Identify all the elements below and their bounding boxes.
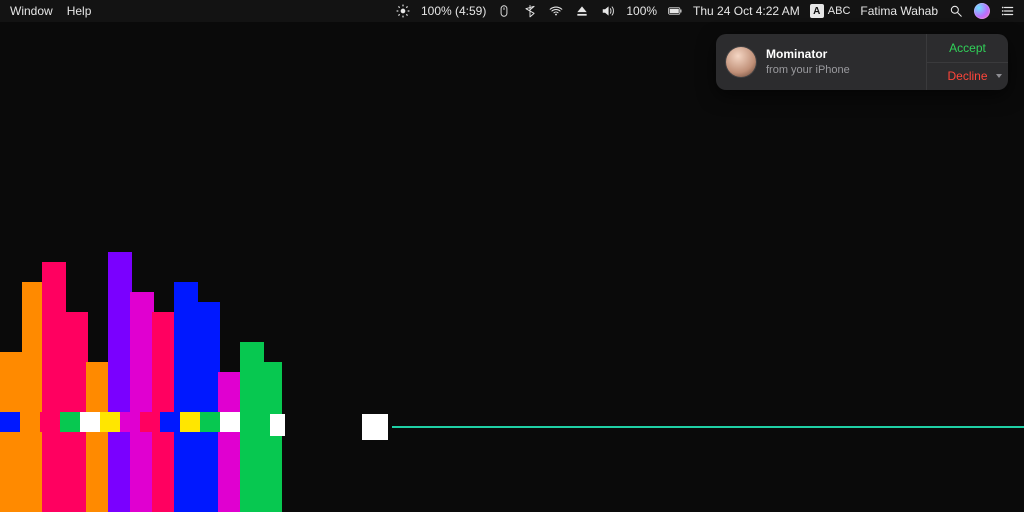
mouse-icon[interactable] <box>496 3 512 19</box>
notification-center-icon[interactable] <box>1000 3 1016 19</box>
menu-help[interactable]: Help <box>67 4 92 18</box>
input-source-letter: A <box>810 4 824 18</box>
brightness-icon[interactable] <box>395 3 411 19</box>
menubar-user-name[interactable]: Fatima Wahab <box>860 4 938 18</box>
visualizer-bars <box>0 212 300 512</box>
battery-percent: 100% <box>626 4 657 18</box>
visualizer-stage <box>0 22 1024 512</box>
bluetooth-icon[interactable] <box>522 3 538 19</box>
input-source-label: ABC <box>828 5 851 17</box>
wifi-icon[interactable] <box>548 3 564 19</box>
menubar-left: Window Help <box>6 4 91 18</box>
brightness-percent: 100% (4:59) <box>421 4 486 18</box>
siri-icon[interactable] <box>974 3 990 19</box>
menubar: Window Help 100% (4:59) 100% Thu 24 Oct … <box>0 0 1024 22</box>
spotlight-icon[interactable] <box>948 3 964 19</box>
menubar-datetime[interactable]: Thu 24 Oct 4:22 AM <box>693 4 800 18</box>
playhead-handle[interactable] <box>362 414 388 440</box>
menubar-right: 100% (4:59) 100% Thu 24 Oct 4:22 AM A AB… <box>395 3 1018 19</box>
eject-icon[interactable] <box>574 3 590 19</box>
input-source-indicator[interactable]: A ABC <box>810 4 851 18</box>
menu-window[interactable]: Window <box>10 4 53 18</box>
playhead-line <box>392 426 1024 428</box>
battery-icon[interactable] <box>667 3 683 19</box>
volume-icon[interactable] <box>600 3 616 19</box>
color-strip-1 <box>0 412 260 432</box>
visualizer-marker <box>270 414 285 436</box>
